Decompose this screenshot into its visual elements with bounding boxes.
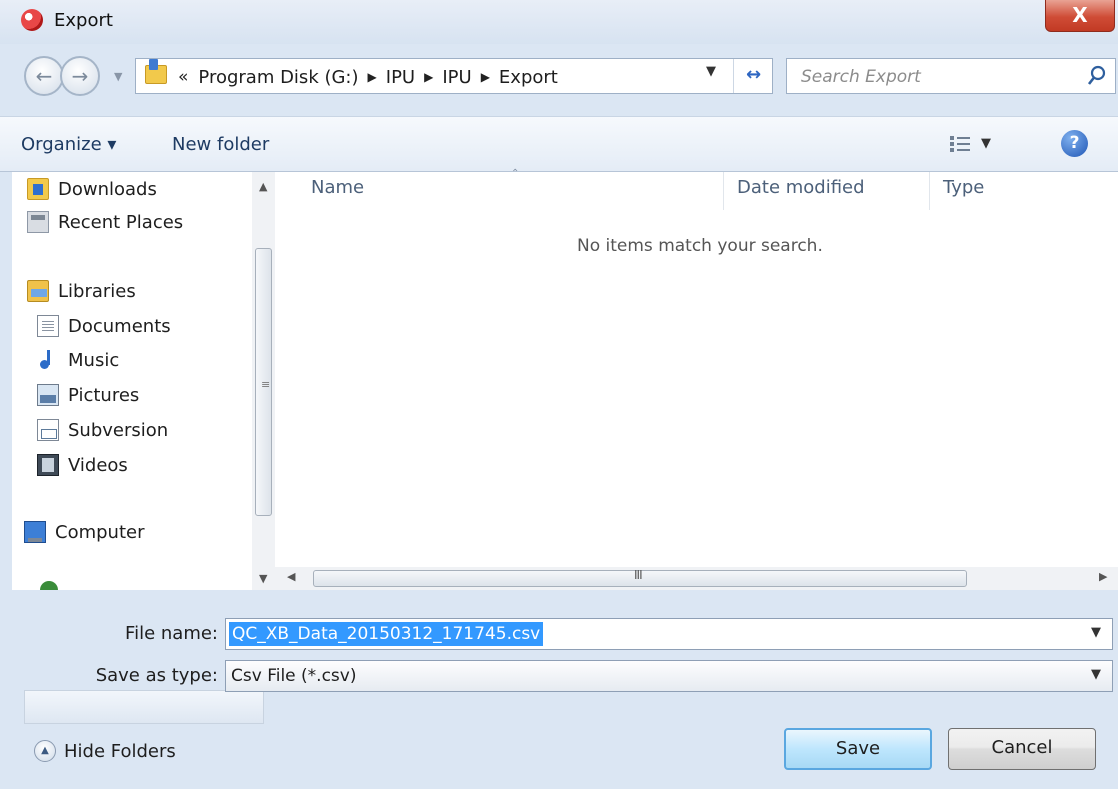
nav-item-music[interactable]: Music xyxy=(37,345,119,375)
sort-indicator-icon: ⌃ xyxy=(511,168,520,179)
nav-item-libraries[interactable]: Libraries xyxy=(27,276,136,306)
nav-item-label: Libraries xyxy=(58,280,136,302)
column-divider[interactable] xyxy=(929,172,930,210)
breadcrumb-item[interactable]: IPU xyxy=(442,67,471,88)
file-name-value[interactable]: QC_XB_Data_20150312_171745.csv xyxy=(229,622,544,646)
app-icon xyxy=(21,9,43,31)
nav-item-label: Subversion xyxy=(68,419,169,441)
computer-icon xyxy=(24,521,46,543)
column-divider[interactable] xyxy=(723,172,724,210)
recent-locations-dropdown[interactable]: ▼ xyxy=(114,70,122,83)
scrollbar-grip-icon: III xyxy=(634,568,643,582)
network-icon[interactable] xyxy=(38,580,60,590)
nav-item-downloads[interactable]: Downloads xyxy=(27,174,157,204)
file-name-label: File name: xyxy=(125,623,218,644)
nav-item-label: Documents xyxy=(68,315,171,337)
new-folder-button[interactable]: New folder xyxy=(172,134,269,155)
nav-item-label: Downloads xyxy=(58,178,157,200)
nav-item-documents[interactable]: Documents xyxy=(37,311,171,341)
address-history-dropdown[interactable]: ▼ xyxy=(706,64,716,79)
recent-places-icon xyxy=(27,211,49,233)
nav-item-videos[interactable]: Videos xyxy=(37,450,128,480)
export-dialog: Export X ← → ▼ « Program Disk (G:) ▶ IPU… xyxy=(0,0,1118,789)
refresh-button[interactable]: ↔ xyxy=(733,59,773,93)
documents-icon xyxy=(37,315,59,337)
refresh-icon: ↔ xyxy=(745,64,762,85)
empty-list-message: No items match your search. xyxy=(577,236,823,256)
nav-item-subversion[interactable]: Subversion xyxy=(37,415,168,445)
back-button[interactable]: ← xyxy=(24,56,64,96)
subversion-icon xyxy=(37,419,59,441)
file-name-field[interactable]: QC_XB_Data_20150312_171745.csv ▼ xyxy=(225,618,1113,650)
nav-item-label: Music xyxy=(68,349,120,371)
save-button[interactable]: Save xyxy=(784,728,932,770)
breadcrumb-separator-icon[interactable]: ▶ xyxy=(424,70,433,84)
nav-item-recent-places[interactable]: Recent Places xyxy=(27,207,183,237)
column-header-name[interactable]: Name xyxy=(311,177,364,198)
file-list-pane: ⌃ Name Date modified Type No items match… xyxy=(275,168,1118,590)
scroll-left-arrow-icon[interactable]: ◀ xyxy=(287,570,295,583)
window-title: Export xyxy=(54,10,113,31)
nav-pane-scrollbar[interactable]: ▲ ≡ ▼ xyxy=(252,172,275,590)
address-row: ← → ▼ « Program Disk (G:) ▶ IPU ▶ IPU ▶ … xyxy=(0,44,1118,116)
file-name-dropdown-icon[interactable]: ▼ xyxy=(1091,625,1101,640)
save-as-type-select[interactable]: Csv File (*.csv) ▼ xyxy=(225,660,1113,692)
breadcrumb-item[interactable]: Export xyxy=(499,67,558,88)
close-button[interactable]: X xyxy=(1045,0,1115,32)
folder-icon xyxy=(145,59,167,84)
save-as-type-dropdown-icon[interactable]: ▼ xyxy=(1091,667,1101,682)
scroll-down-arrow-icon[interactable]: ▼ xyxy=(259,572,267,585)
breadcrumb-item[interactable]: IPU xyxy=(386,67,415,88)
forward-arrow-icon: → xyxy=(71,64,89,88)
cancel-button[interactable]: Cancel xyxy=(948,728,1096,770)
breadcrumb-item[interactable]: Program Disk (G:) xyxy=(198,67,358,88)
save-as-type-label: Save as type: xyxy=(95,665,218,686)
breadcrumb-overflow[interactable]: « xyxy=(178,67,188,87)
forward-button[interactable]: → xyxy=(60,56,100,96)
music-icon xyxy=(37,349,59,371)
pictures-icon xyxy=(37,384,59,406)
nav-item-computer[interactable]: Computer xyxy=(24,517,144,547)
organize-menu-button[interactable]: Organize ▾ xyxy=(21,134,116,155)
title-bar: Export X xyxy=(0,0,1118,44)
collapse-up-icon: ▲ xyxy=(34,740,56,762)
libraries-icon xyxy=(27,280,49,302)
nav-item-pictures[interactable]: Pictures xyxy=(37,380,139,410)
scroll-right-arrow-icon[interactable]: ▶ xyxy=(1099,570,1107,583)
view-options-dropdown[interactable]: ▼ xyxy=(981,136,991,151)
breadcrumb-separator-icon[interactable]: ▶ xyxy=(368,70,377,84)
downloads-icon xyxy=(27,178,49,200)
address-bar[interactable]: « Program Disk (G:) ▶ IPU ▶ IPU ▶ Export… xyxy=(135,58,773,94)
search-input[interactable] xyxy=(801,64,1071,90)
scroll-up-arrow-icon[interactable]: ▲ xyxy=(259,180,267,193)
breadcrumb: « Program Disk (G:) ▶ IPU ▶ IPU ▶ Export xyxy=(178,64,558,90)
change-view-icon[interactable] xyxy=(949,135,971,153)
help-icon[interactable]: ? xyxy=(1061,130,1088,157)
back-arrow-icon: ← xyxy=(35,64,53,88)
nav-item-label: Computer xyxy=(55,521,145,543)
nav-item-label: Videos xyxy=(68,454,128,476)
scrollbar-grip-icon: ≡ xyxy=(261,378,271,391)
search-box[interactable] xyxy=(786,58,1116,94)
save-as-type-value: Csv File (*.csv) xyxy=(231,666,357,686)
nav-scrollbar-thumb[interactable]: ≡ xyxy=(255,248,272,516)
hide-folders-button[interactable]: ▲ Hide Folders xyxy=(34,737,176,765)
search-icon[interactable] xyxy=(1087,65,1107,87)
horizontal-scrollbar-thumb[interactable]: III xyxy=(313,568,967,587)
nav-item-label: Pictures xyxy=(68,384,140,406)
hide-folders-label: Hide Folders xyxy=(64,740,176,762)
nav-item-label: Recent Places xyxy=(58,211,184,233)
nav-selection-highlight xyxy=(24,690,264,724)
videos-icon xyxy=(37,454,59,476)
breadcrumb-separator-icon[interactable]: ▶ xyxy=(481,70,490,84)
file-list-horizontal-scrollbar[interactable]: ◀ III ▶ xyxy=(275,567,1118,590)
column-header-date-modified[interactable]: Date modified xyxy=(737,177,865,198)
column-header-type[interactable]: Type xyxy=(943,177,984,198)
command-toolbar: Organize ▾ New folder ▼ ? xyxy=(0,116,1118,172)
